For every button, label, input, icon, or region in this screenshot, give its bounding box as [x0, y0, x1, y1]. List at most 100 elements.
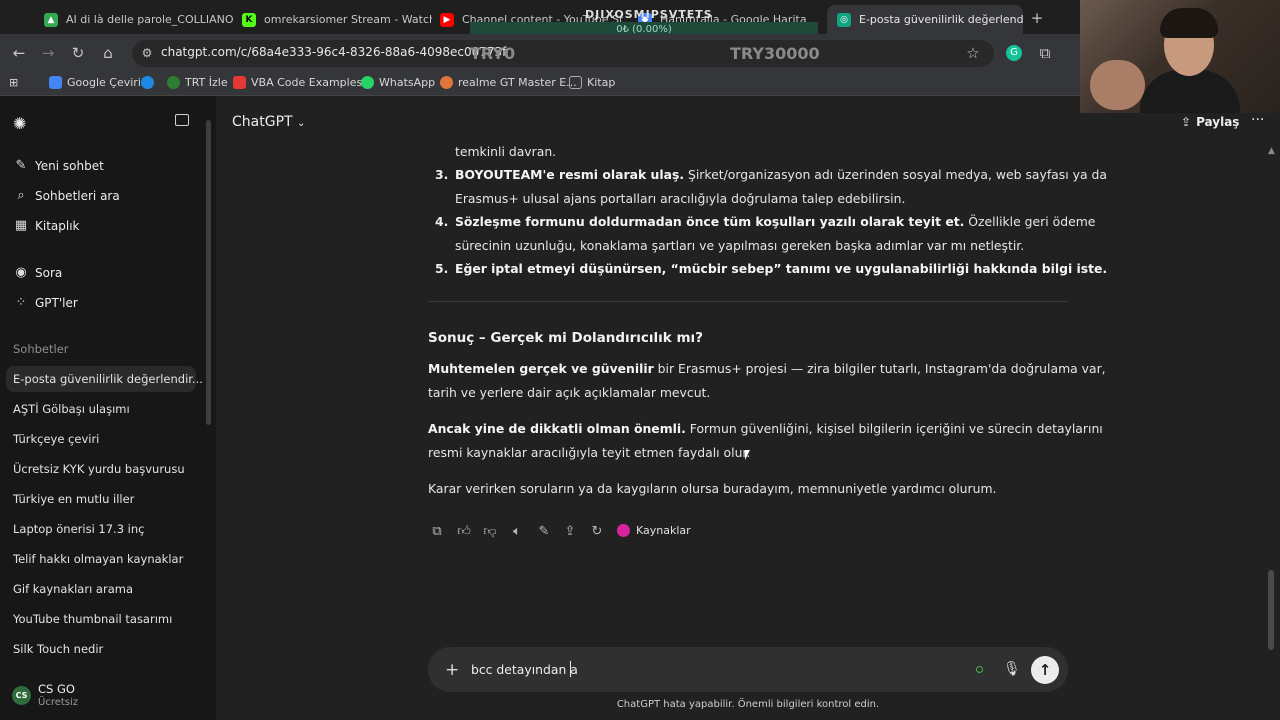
- bookmark-label: VBA Code Examples...: [251, 76, 373, 89]
- thumbs-down-icon[interactable]: 👎︎: [482, 524, 498, 540]
- scroll-up-icon[interactable]: ▲: [1268, 146, 1275, 156]
- sidebar-item-label: Sohbetleri ara: [35, 188, 120, 203]
- browser-tab-5-active[interactable]: ◎ E-posta güvenilirlik değerlendir ✕: [827, 5, 1023, 34]
- message-line: temkinli davran.: [455, 144, 557, 159]
- more-options-icon[interactable]: ···: [1251, 112, 1264, 128]
- sidebar-item-sora[interactable]: ◉ Sora: [13, 265, 62, 280]
- disclaimer-footer: ChatGPT hata yapabilir. Önemli bilgileri…: [616, 699, 880, 710]
- bookmark-label: Google Çeviri: [67, 76, 141, 89]
- divider: [428, 301, 1068, 302]
- home-icon[interactable]: ⌂: [99, 44, 117, 62]
- paragraph-bold: Ancak yine de dikkatli olman önemli.: [428, 421, 686, 436]
- bookmark-vba[interactable]: VBA Code Examples...: [233, 76, 373, 89]
- webcam-hair: [1160, 8, 1218, 38]
- sidebar-scrollbar[interactable]: [206, 120, 211, 425]
- translate-icon: [49, 76, 62, 89]
- chat-item[interactable]: Türkçeye çeviri: [13, 432, 99, 446]
- kick-icon: K: [242, 12, 256, 27]
- back-arrow-icon[interactable]: ←: [10, 44, 28, 62]
- stream-ticker-left: TRY0: [470, 44, 516, 63]
- chat-item[interactable]: Laptop önerisi 17.3 inç: [13, 522, 145, 536]
- whatsapp-icon: [361, 76, 374, 89]
- main-scrollbar[interactable]: [1268, 570, 1274, 650]
- bookmark-trt-izle[interactable]: TRT İzle: [167, 76, 228, 89]
- paragraph-2-cont: resmi kaynaklar aracılığıyla teyit etmen…: [428, 445, 751, 460]
- send-button[interactable]: ↑: [1031, 656, 1059, 684]
- edit-canvas-icon[interactable]: ✎: [536, 524, 552, 540]
- library-icon: ▦: [14, 218, 28, 233]
- chat-item[interactable]: Gif kaynakları arama: [13, 582, 133, 596]
- paragraph-3: Karar verirken soruların ya da kaygıları…: [428, 481, 997, 496]
- list-number: 3.: [435, 167, 449, 182]
- youtube-icon: ▶: [440, 12, 454, 27]
- paragraph-text: Formun güvenliğini, kişisel bilgilerin i…: [685, 421, 1103, 436]
- toggle-sidebar-icon[interactable]: [175, 114, 189, 126]
- sidebar-item-gpts[interactable]: ⁘ GPT'ler: [13, 295, 78, 310]
- microphone-icon[interactable]: 🎙︎: [1003, 661, 1021, 677]
- list-number: 5.: [435, 261, 449, 276]
- prompt-input[interactable]: bcc detayından a: [471, 662, 578, 677]
- list-item-text: Şirket/organizasyon adı üzerinden sosyal…: [684, 167, 1107, 182]
- bookmark-star-icon[interactable]: ☆: [964, 44, 982, 62]
- browser-tab-2[interactable]: K omrekarsiomer Stream - Watch ✕: [232, 5, 432, 34]
- read-aloud-icon[interactable]: 🔈︎: [509, 524, 525, 540]
- model-selector[interactable]: ChatGPT ⌄: [232, 114, 305, 130]
- chat-item[interactable]: Türkiye en mutlu iller: [13, 492, 134, 506]
- bookmark-label: WhatsApp: [379, 76, 436, 89]
- chat-item-active[interactable]: E-posta güvenilirlik değerlendir...: [13, 372, 203, 386]
- drive-icon: ▲: [44, 12, 58, 27]
- url-text[interactable]: chatgpt.com/c/68a4e333-96c4-8326-88a6-40…: [161, 45, 506, 59]
- bookmark-unnamed[interactable]: [141, 76, 159, 89]
- browser-tab-1[interactable]: ▲ AI di là delle parole_COLLIANO ✕: [34, 5, 234, 34]
- webcam-hand: [1090, 60, 1145, 110]
- site-info-icon[interactable]: ⚙: [138, 44, 156, 62]
- bookmark-whatsapp[interactable]: WhatsApp: [361, 76, 435, 89]
- chat-item[interactable]: Telif hakkı olmayan kaynaklar: [13, 552, 183, 566]
- bookmark-label: realme GT Master E...: [458, 76, 577, 89]
- tab-label: omrekarsiomer Stream - Watch: [264, 13, 432, 26]
- list-item-bold: Sözleşme formunu doldurmadan önce tüm ko…: [455, 214, 965, 229]
- list-item-4-cont: sürecinin uzunluğu, konaklama şartları v…: [455, 238, 1025, 253]
- list-item-bold: BOYOUTEAM'e resmi olarak ulaş.: [455, 167, 685, 182]
- webcam-overlay: [1080, 0, 1280, 113]
- reload-icon[interactable]: ↻: [69, 44, 87, 62]
- sidebar-item-label: Sora: [35, 265, 63, 280]
- chat-item[interactable]: YouTube thumbnail tasarımı: [13, 612, 172, 626]
- chat-item[interactable]: Silk Touch nedir: [13, 642, 103, 656]
- section-heading: Sonuç – Gerçek mi Dolandırıcılık mı?: [428, 330, 703, 346]
- share-icon[interactable]: ⇪: [562, 524, 578, 540]
- share-button[interactable]: ⇪ Paylaş: [1181, 115, 1239, 129]
- sidebar-item-new-chat[interactable]: ✎ Yeni sohbet: [13, 158, 104, 173]
- user-name[interactable]: CS GO: [38, 682, 75, 696]
- chat-item[interactable]: AŞTİ Gölbaşı ulaşımı: [13, 402, 130, 416]
- share-label: Paylaş: [1196, 115, 1240, 129]
- regenerate-icon[interactable]: ↻: [589, 524, 605, 540]
- bookmark-google-ceviri[interactable]: Google Çeviri: [49, 76, 141, 89]
- new-chat-icon: ✎: [15, 158, 27, 173]
- list-item-3-cont: Erasmus+ ulusal ajans portalları aracılı…: [455, 191, 906, 206]
- add-attachment-icon[interactable]: +: [445, 660, 459, 680]
- bookmark-realme[interactable]: realme GT Master E...: [440, 76, 577, 89]
- list-item-4: Sözleşme formunu doldurmadan önce tüm ko…: [455, 214, 1095, 229]
- openai-logo-icon[interactable]: ✺: [13, 114, 26, 133]
- bookmark-kitap[interactable]: Kitap: [569, 76, 615, 89]
- apps-grid-icon[interactable]: ⊞: [9, 76, 18, 89]
- sidebar-item-search-chats[interactable]: ⌕ Sohbetleri ara: [13, 188, 120, 203]
- list-item-5: Eğer iptal etmeyi düşünürsen, “mücbir se…: [455, 261, 1107, 276]
- instagram-icon: [617, 524, 630, 537]
- sidebar-item-library[interactable]: ▦ Kitaplık: [13, 218, 80, 233]
- status-dot-icon: [976, 666, 983, 673]
- forward-arrow-icon[interactable]: →: [39, 44, 57, 62]
- sidebar-item-label: Kitaplık: [35, 218, 80, 233]
- copy-icon[interactable]: ⧉: [429, 524, 445, 540]
- thumbs-up-icon[interactable]: 👍︎: [456, 524, 472, 540]
- share-icon: ⇪: [1181, 115, 1192, 129]
- mouse-cursor: [745, 450, 750, 460]
- chat-item[interactable]: Ücretsiz KYK yurdu başvurusu: [13, 462, 185, 476]
- folder-icon: [569, 76, 582, 89]
- grammarly-icon[interactable]: G: [1006, 45, 1022, 61]
- extensions-icon[interactable]: ⧉: [1036, 44, 1054, 62]
- sources-button[interactable]: Kaynaklar: [617, 524, 691, 537]
- new-tab-button[interactable]: +: [1028, 9, 1046, 27]
- list-item-3: BOYOUTEAM'e resmi olarak ulaş. Şirket/or…: [455, 167, 1107, 182]
